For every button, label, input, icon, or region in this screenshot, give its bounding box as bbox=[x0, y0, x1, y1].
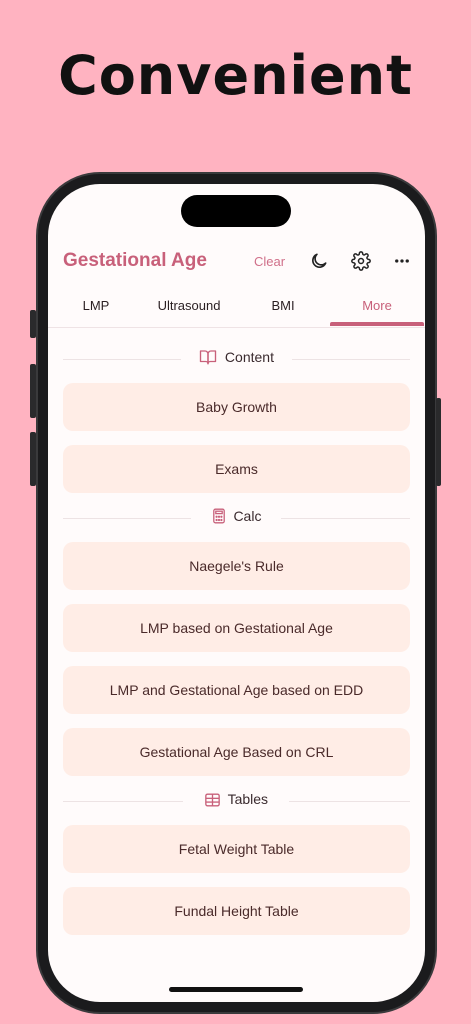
app-bar: Gestational Age Clear bbox=[48, 244, 425, 280]
list-item-fundal-height-table[interactable]: Fundal Height Table bbox=[63, 887, 410, 935]
clear-button[interactable]: Clear bbox=[254, 254, 285, 269]
active-tab-indicator bbox=[330, 322, 424, 326]
section-title-content: Content bbox=[224, 349, 274, 365]
tab-ultrasound[interactable]: Ultrasound bbox=[144, 298, 234, 313]
ellipsis-icon[interactable] bbox=[389, 248, 415, 274]
list-item-baby-growth[interactable]: Baby Growth bbox=[63, 383, 410, 431]
tab-bmi[interactable]: BMI bbox=[256, 298, 310, 313]
moon-icon[interactable] bbox=[306, 248, 332, 274]
list-item-fetal-weight-table[interactable]: Fetal Weight Table bbox=[63, 825, 410, 873]
phone-action-button bbox=[30, 310, 36, 338]
phone-volume-down bbox=[30, 432, 36, 486]
book-icon bbox=[199, 349, 225, 365]
dynamic-island bbox=[181, 195, 291, 227]
phone-volume-up bbox=[30, 364, 36, 418]
section-header-calc: Calc bbox=[63, 508, 410, 528]
list-item-naegeles-rule[interactable]: Naegele's Rule bbox=[63, 542, 410, 590]
section-title-calc: Calc bbox=[233, 508, 262, 524]
home-indicator bbox=[169, 987, 303, 992]
list-item-lmp-ga-from-edd[interactable]: LMP and Gestational Age based on EDD bbox=[63, 666, 410, 714]
tab-more[interactable]: More bbox=[342, 298, 412, 313]
section-header-content: Content bbox=[63, 349, 410, 369]
list-item-exams[interactable]: Exams bbox=[63, 445, 410, 493]
section-header-tables: Tables bbox=[63, 791, 410, 811]
section-title-tables: Tables bbox=[227, 791, 269, 807]
gear-icon[interactable] bbox=[348, 248, 374, 274]
list-item-ga-from-crl[interactable]: Gestational Age Based on CRL bbox=[63, 728, 410, 776]
app-screen: Gestational Age Clear LMP Ultrasound BMI… bbox=[48, 184, 425, 1002]
calculator-icon bbox=[212, 508, 234, 524]
phone-power-button bbox=[436, 398, 441, 486]
tab-lmp[interactable]: LMP bbox=[68, 298, 124, 313]
table-icon bbox=[205, 791, 228, 807]
app-title: Gestational Age bbox=[63, 250, 207, 271]
list-item-lmp-from-ga[interactable]: LMP based on Gestational Age bbox=[63, 604, 410, 652]
promo-headline: Convenient bbox=[58, 44, 413, 107]
